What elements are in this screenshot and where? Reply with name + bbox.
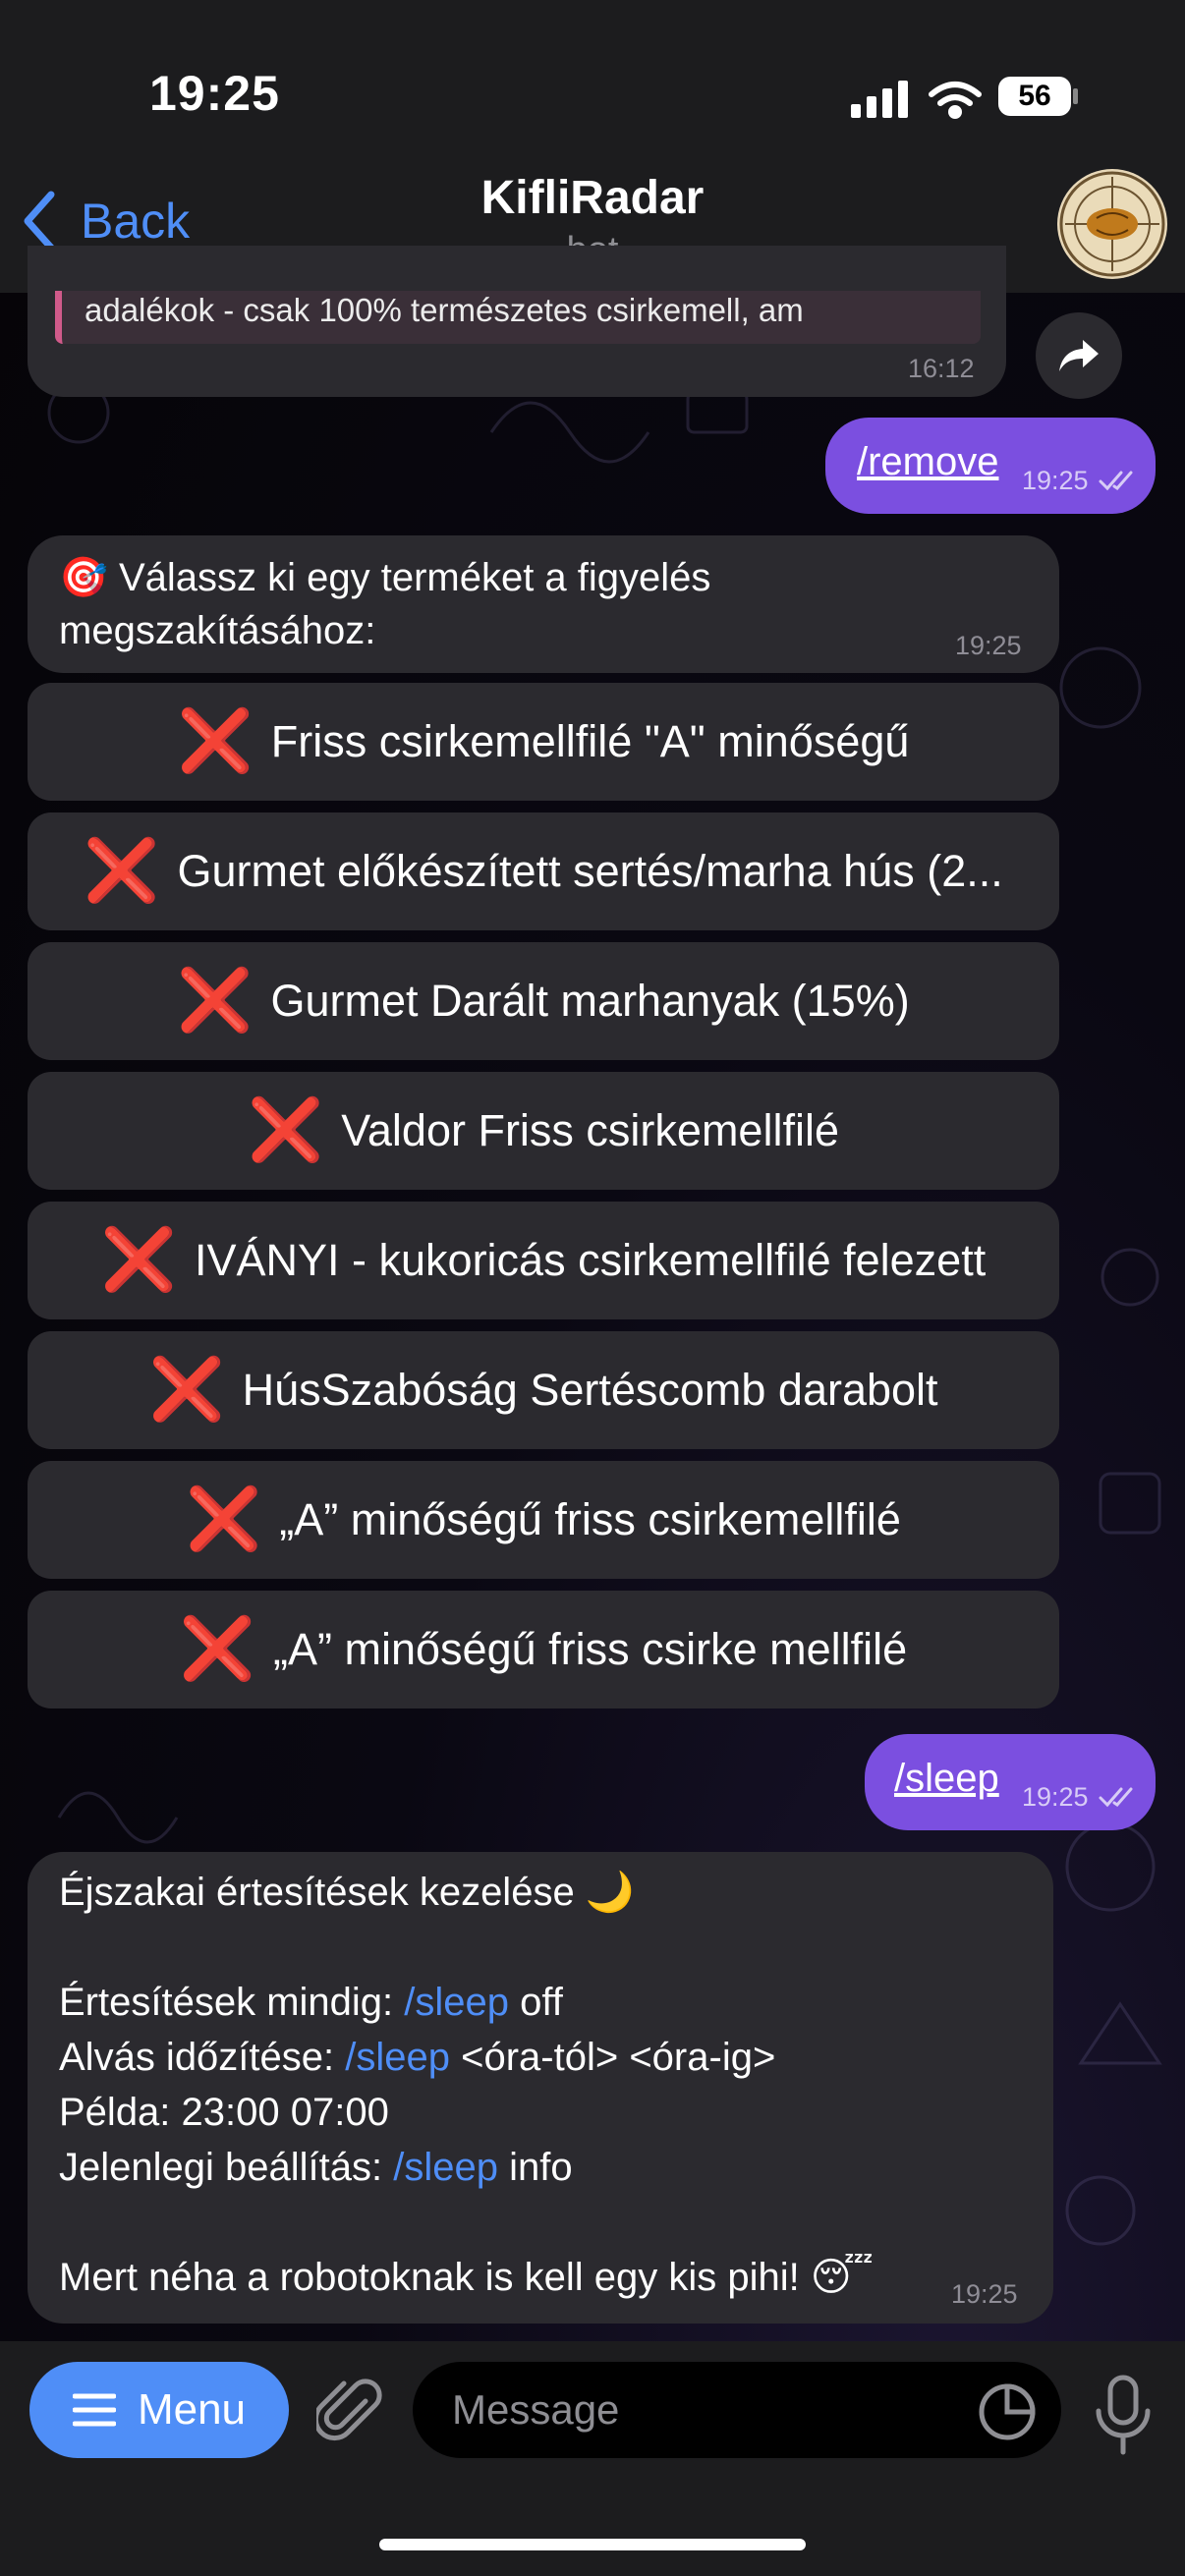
forward-icon (1059, 340, 1099, 371)
remove-product-button[interactable]: ❌ „A” minőségű friss csirke mellfilé (28, 1591, 1059, 1708)
read-checkmarks-icon (1099, 1787, 1133, 1808)
forward-button[interactable] (1036, 312, 1122, 399)
menu-button[interactable]: Menu (29, 2362, 289, 2458)
outgoing-remove-text[interactable]: /remove (857, 440, 999, 484)
sleep-line4: Jelenlegi beállítás: /sleep info (59, 2146, 573, 2189)
sleep-line2: Alvás időzítése: /sleep <óra-tól> <óra-i… (59, 2036, 776, 2079)
previous-message-time: 16:12 (908, 354, 975, 383)
outgoing-sleep-time: 19:25 (1022, 1782, 1089, 1812)
sleep-line1: Értesítések mindig: /sleep off (59, 1981, 563, 2024)
remove-icon: ❌ (177, 967, 254, 1035)
remove-prompt-line1: 🎯 Válassz ki egy terméket a figyelés (59, 556, 711, 599)
outgoing-remove-time: 19:25 (1022, 466, 1089, 495)
read-checkmarks-icon (1099, 471, 1133, 491)
hamburger-icon (72, 2393, 116, 2427)
remove-icon: ❌ (186, 1485, 262, 1553)
remove-prompt-line2: megszakításához: (59, 609, 376, 652)
sleep-message-time: 19:25 (951, 2279, 1018, 2309)
previous-message-text: adalékok - csak 100% természetes csirkem… (85, 292, 804, 328)
remove-prompt-time: 19:25 (955, 631, 1022, 660)
remove-icon: ❌ (248, 1096, 324, 1164)
bot-avatar[interactable] (1057, 169, 1167, 279)
remove-product-button[interactable]: ❌ Valdor Friss csirkemellfilé (28, 1072, 1059, 1190)
remove-icon: ❌ (84, 837, 160, 905)
sleep-command-link[interactable]: /sleep (393, 2146, 498, 2189)
remove-icon: ❌ (179, 1615, 256, 1683)
battery-level: 56 (1018, 80, 1051, 112)
remove-product-button[interactable]: ❌ HúsSzabóság Sertéscomb darabolt (28, 1331, 1059, 1449)
remove-icon: ❌ (148, 1356, 225, 1424)
signal-icon (851, 81, 908, 118)
chat-title: KifliRadar (480, 172, 705, 224)
sleep-command-link[interactable]: /sleep (404, 1981, 509, 2024)
paperclip-icon[interactable] (316, 2378, 387, 2448)
remove-product-button[interactable]: ❌ Friss csirkemellfilé "A" minőségű (28, 683, 1059, 801)
target-emoji: 🎯 (59, 556, 108, 599)
menu-label: Menu (137, 2385, 247, 2434)
remove-icon: ❌ (177, 707, 254, 775)
sleep-line5: Mert néha a robotoknak is kell egy kis p… (59, 2256, 874, 2299)
remove-icon: ❌ (100, 1226, 177, 1294)
remove-product-button[interactable]: ❌ IVÁNYI - kukoricás csirkemellfilé felez… (28, 1202, 1059, 1319)
status-time: 19:25 (149, 66, 280, 121)
remove-product-button[interactable]: ❌ „A” minőségű friss csirkemellfilé (28, 1461, 1059, 1579)
sticker-icon[interactable] (977, 2381, 1038, 2442)
home-indicator (379, 2539, 806, 2550)
message-input[interactable]: Message (413, 2362, 1061, 2458)
sleep-command-link[interactable]: /sleep (345, 2036, 450, 2079)
sleep-line3: Példa: 23:00 07:00 (59, 2091, 389, 2134)
wifi-icon (929, 82, 982, 119)
remove-product-button[interactable]: ❌ Gurmet előkészített sertés/marha hús (2… (28, 812, 1059, 930)
sleep-title: Éjszakai értesítések kezelése 🌙 (59, 1871, 635, 1914)
outgoing-sleep-text[interactable]: /sleep (894, 1757, 999, 1801)
microphone-icon[interactable] (1093, 2374, 1154, 2456)
remove-product-button[interactable]: ❌ Gurmet Darált marhanyak (15%) (28, 942, 1059, 1060)
